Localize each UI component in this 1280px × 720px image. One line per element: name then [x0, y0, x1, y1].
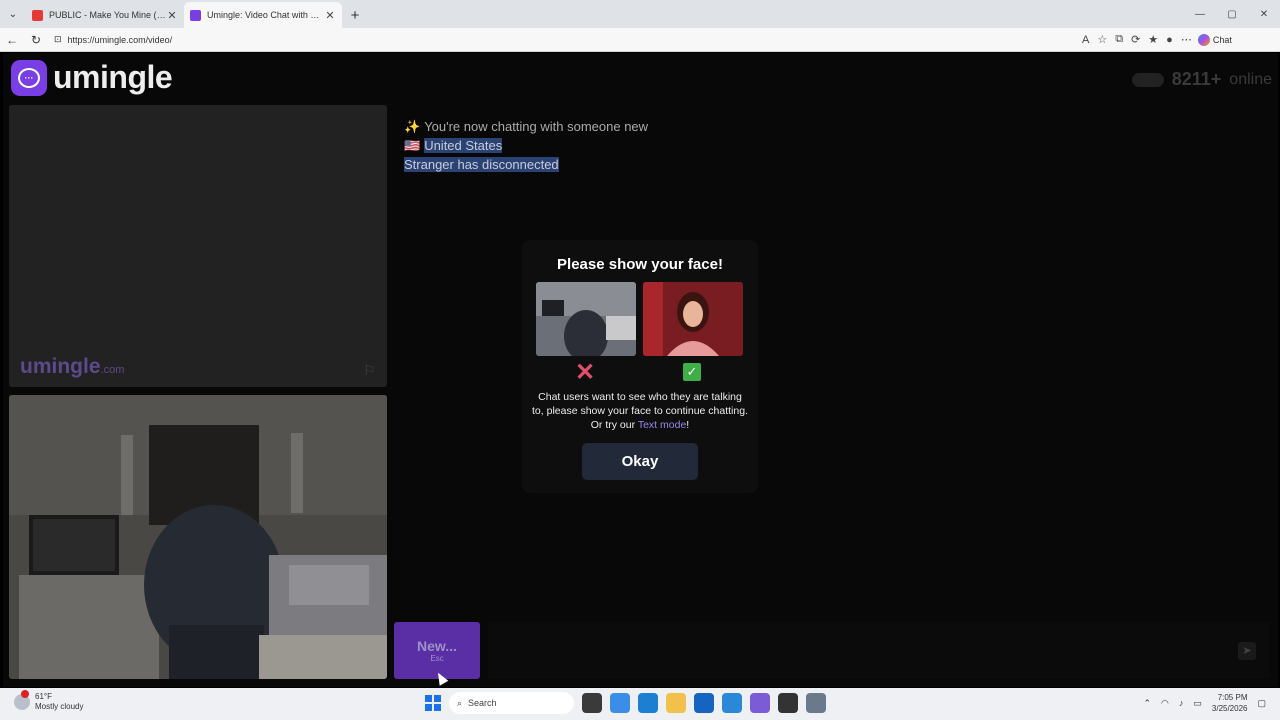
chat-message: ✨ You're now chatting with someone new: [404, 119, 649, 134]
dialog-title: Please show your face!: [557, 256, 723, 273]
face-warning-dialog: Please show your face! ✕ ✓ Chat users wa…: [522, 240, 758, 493]
tab-public[interactable]: PUBLIC - Make You Mine (Put Your ✕: [26, 2, 184, 28]
close-tab-icon[interactable]: ✕: [324, 9, 336, 22]
text-mode-link[interactable]: Text mode: [638, 419, 686, 431]
refresh-icon[interactable]: ↻: [24, 33, 48, 47]
cross-icon: ✕: [575, 359, 596, 386]
weather-desc: Mostly cloudy: [35, 702, 84, 711]
weather-widget[interactable]: 61°F Mostly cloudy: [14, 690, 84, 712]
wifi-icon[interactable]: ◠: [1161, 698, 1169, 709]
weather-temp: 61°F: [35, 692, 52, 701]
close-tab-icon[interactable]: ✕: [166, 9, 178, 22]
online-toggle: [1131, 72, 1164, 87]
outlook-icon[interactable]: [722, 693, 742, 713]
address-bar: ← ↻ ⊡ https://umingle.com/video/ A ☆ ⧉ ⟳…: [0, 28, 1280, 52]
new-tab-button[interactable]: +: [342, 2, 368, 28]
system-tray: ⌃ ◠ ♪ ▭ 7:05 PM 3/25/2026 ▢: [1143, 692, 1266, 714]
back-icon[interactable]: ←: [0, 33, 24, 47]
window-controls: — ▢ ✕: [1184, 0, 1280, 28]
start-icon[interactable]: [425, 695, 441, 711]
split-screen-icon[interactable]: ⧉: [1115, 33, 1123, 46]
chat-message: 🇺🇸 United States: [404, 138, 503, 153]
chat-message: Stranger has disconnected: [404, 157, 559, 172]
site-info-icon[interactable]: ⊡: [54, 34, 62, 45]
minimize-icon[interactable]: —: [1184, 0, 1216, 28]
report-flag-icon[interactable]: ⚐: [363, 363, 377, 377]
search-icon: ⌕: [457, 697, 463, 708]
copilot-button[interactable]: Chat: [1197, 33, 1232, 46]
url-text: https://umingle.com/video/: [67, 34, 173, 45]
obs-icon[interactable]: [778, 693, 798, 713]
message-input[interactable]: ➤: [488, 622, 1270, 679]
more-menu-icon[interactable]: ⋯: [1181, 33, 1192, 46]
tab-umingle[interactable]: Umingle: Video Chat with Stra ✕: [184, 2, 342, 28]
url-field[interactable]: ⊡ https://umingle.com/video/: [54, 31, 1074, 49]
new-chat-label: New...: [417, 638, 457, 654]
taskbar-search[interactable]: ⌕ Search: [449, 692, 574, 714]
online-indicator: 8211+ online: [1131, 69, 1272, 90]
copilot-app-icon[interactable]: [610, 693, 630, 713]
online-label: online: [1229, 70, 1272, 88]
chevron-up-icon[interactable]: ⌃: [1143, 698, 1151, 709]
read-aloud-icon[interactable]: A: [1082, 34, 1089, 46]
tab-bar: ⌄ PUBLIC - Make You Mine (Put Your ✕ Umi…: [0, 0, 1280, 28]
file-explorer-icon[interactable]: [666, 693, 686, 713]
store-icon[interactable]: [694, 693, 714, 713]
okay-button[interactable]: Okay: [582, 443, 698, 480]
copilot-icon: [1197, 33, 1210, 46]
video-watermark: umingle.com: [20, 355, 125, 378]
logo-chat-icon: ···: [11, 59, 47, 96]
volume-icon[interactable]: ♪: [1179, 698, 1184, 708]
extensions-icon[interactable]: ⟳: [1131, 33, 1140, 46]
task-view-icon[interactable]: [582, 693, 602, 713]
example-no-face-image: [536, 282, 636, 356]
profile-icon[interactable]: ●: [1166, 34, 1173, 46]
dialog-body: Chat users want to see who they are talk…: [532, 391, 748, 431]
cloud-icon: [14, 690, 30, 710]
tab-actions-menu[interactable]: ⌄: [0, 0, 26, 28]
sparkles-icon: ✨: [404, 119, 421, 134]
copilot-label: Chat: [1212, 34, 1232, 45]
send-icon[interactable]: ➤: [1238, 642, 1256, 660]
taskbar: 61°F Mostly cloudy ⌕ Search ⌃ ◠ ♪ ▭ 7:05 …: [0, 688, 1280, 720]
checkmark-icon: ✓: [683, 363, 701, 381]
stranger-video: umingle.com ⚐: [9, 105, 387, 387]
us-flag-icon: 🇺🇸: [404, 138, 421, 153]
favorite-star-icon[interactable]: ☆: [1097, 33, 1107, 46]
clock[interactable]: 7:05 PM 3/25/2026: [1212, 692, 1248, 714]
tab-title: PUBLIC - Make You Mine (Put Your: [49, 10, 166, 20]
chat-log: ✨ You're now chatting with someone new 🇺🇸…: [404, 117, 648, 174]
online-count: 8211+: [1171, 69, 1222, 89]
battery-icon[interactable]: ▭: [1193, 698, 1202, 709]
logo-text: umingle: [53, 59, 173, 95]
site-logo[interactable]: ··· umingle: [11, 59, 173, 96]
taskbar-apps: ⌕ Search: [425, 692, 826, 714]
example-face-image: [643, 282, 743, 356]
notifications-icon[interactable]: ▢: [1257, 698, 1266, 709]
umingle-tab-icon: [190, 9, 201, 21]
toolbar-icons: A ☆ ⧉ ⟳ ★ ● ⋯: [1082, 33, 1192, 46]
maximize-icon[interactable]: ▢: [1216, 0, 1248, 28]
page: ··· umingle 8211+ online umingle.com ⚐ ✨…: [3, 53, 1278, 687]
youtube-icon: [32, 9, 43, 21]
close-window-icon[interactable]: ✕: [1248, 0, 1280, 28]
settings-icon[interactable]: [806, 693, 826, 713]
self-video: [9, 395, 387, 679]
new-chat-button[interactable]: New... Esc: [394, 622, 480, 679]
discord-icon[interactable]: [750, 693, 770, 713]
new-chat-hint: Esc: [430, 654, 444, 663]
tab-title: Umingle: Video Chat with Stra: [207, 10, 324, 20]
favorites-icon[interactable]: ★: [1148, 33, 1158, 46]
edge-icon[interactable]: [638, 693, 658, 713]
webcam-room-image: [9, 395, 387, 679]
